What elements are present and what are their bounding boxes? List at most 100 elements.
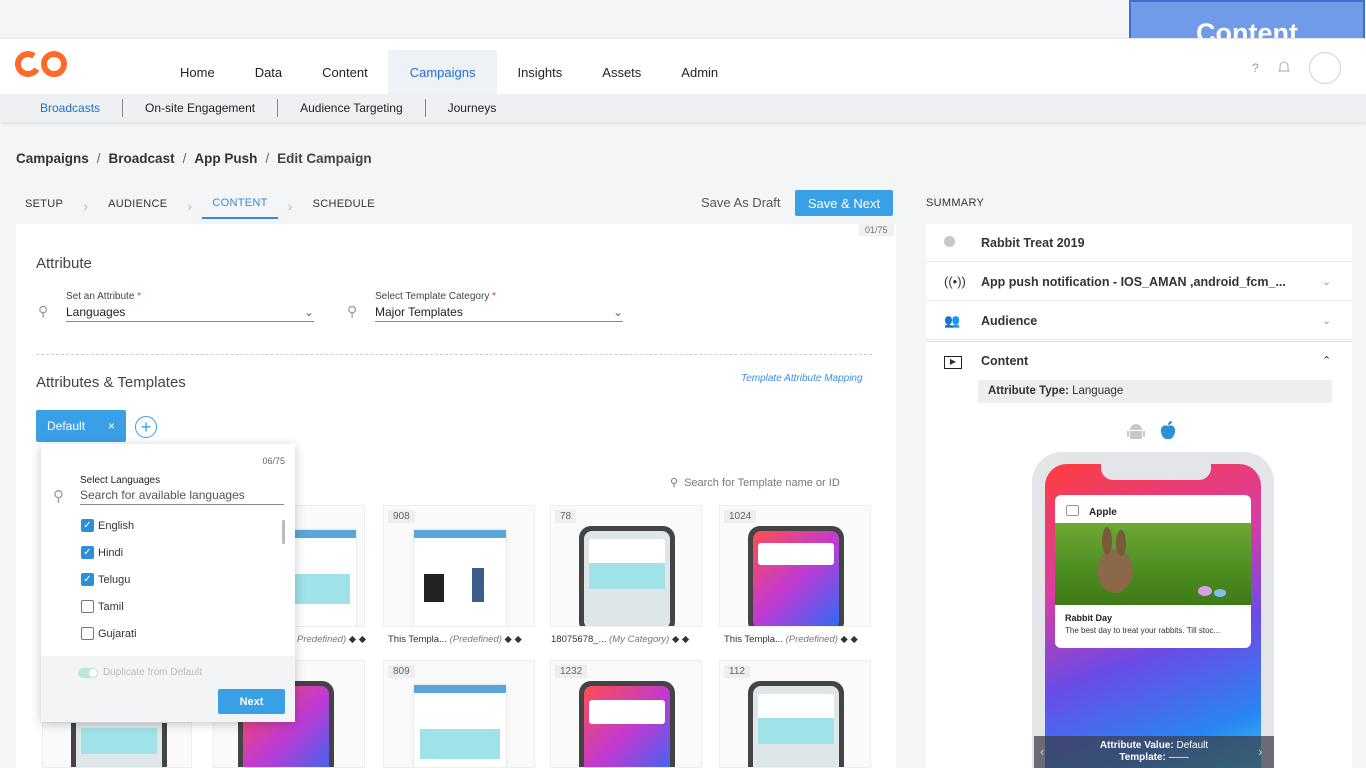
chevron-up-icon[interactable]: ⌃ — [1322, 354, 1352, 367]
summary-audience-row[interactable]: 👥 Audience ⌄ — [926, 302, 1352, 340]
scrollbar[interactable] — [282, 520, 285, 544]
template-caption: Predefined) ◆ ◆ — [297, 634, 367, 645]
attribute-title: Attribute — [36, 255, 92, 272]
nav-insights[interactable]: Insights — [497, 50, 582, 94]
nav-assets[interactable]: Assets — [582, 50, 661, 94]
language-search-label: Select Languages — [80, 475, 161, 486]
checkbox-unchecked-icon[interactable] — [81, 627, 94, 640]
template-preview — [579, 681, 675, 767]
template-preview — [748, 526, 844, 626]
subnav-journeys[interactable]: Journeys — [426, 99, 519, 117]
divider — [36, 354, 872, 355]
chevron-down-icon: ⌄ — [303, 305, 314, 319]
subnav-broadcasts[interactable]: Broadcasts — [22, 99, 124, 117]
template-counter: 01/75 — [859, 224, 894, 236]
brand-logo[interactable] — [14, 50, 74, 83]
template-card[interactable]: 908 — [383, 505, 535, 627]
nav-data[interactable]: Data — [235, 50, 302, 94]
search-icon: ⚲ — [38, 303, 49, 319]
language-label: English — [98, 519, 135, 532]
template-card[interactable]: 809 — [383, 660, 535, 768]
sub-nav: Broadcasts On-site Engagement Audience T… — [0, 94, 1366, 122]
summary-channel-row[interactable]: ((•)) App push notification - IOS_AMAN ,… — [926, 263, 1352, 301]
template-preview — [414, 685, 506, 767]
step-schedule[interactable]: SCHEDULE — [313, 194, 375, 218]
template-preview — [414, 530, 506, 626]
breadcrumb-broadcast[interactable]: Broadcast — [109, 151, 175, 166]
add-attribute-icon[interactable]: + — [135, 416, 157, 438]
checkbox-unchecked-icon[interactable] — [81, 600, 94, 613]
nav-campaigns[interactable]: Campaigns — [387, 50, 498, 94]
checkbox-checked-icon[interactable]: ✓ — [81, 573, 94, 586]
template-card[interactable] — [42, 722, 192, 768]
language-label: Tamil — [98, 600, 124, 613]
language-option-tamil[interactable]: Tamil — [81, 600, 124, 613]
broadcast-icon: ((•)) — [944, 274, 966, 289]
attribute-field-label: Set an Attribute * — [66, 291, 142, 302]
step-content[interactable]: CONTENT — [202, 193, 278, 219]
language-counter: 06/75 — [262, 456, 285, 466]
duplicate-from-default-label: Duplicate from Default — [103, 667, 202, 678]
language-option-gujarati[interactable]: Gujarati — [81, 627, 137, 640]
breadcrumb-separator: / — [96, 151, 101, 166]
template-id: 78 — [555, 510, 577, 523]
language-option-english[interactable]: ✓ English — [81, 519, 134, 532]
nav-content[interactable]: Content — [302, 50, 388, 94]
default-chip[interactable]: Default × — [36, 410, 126, 442]
nav-home[interactable]: Home — [160, 50, 235, 94]
chevron-right-icon: › — [83, 198, 89, 214]
language-option-hindi[interactable]: ✓ Hindi — [81, 546, 123, 559]
breadcrumb-app-push[interactable]: App Push — [194, 151, 257, 166]
template-preview — [71, 723, 167, 767]
chevron-down-icon[interactable]: ⌄ — [1322, 275, 1352, 288]
channel-name: App push notification - IOS_AMAN ,androi… — [981, 274, 1286, 289]
next-button[interactable]: Next — [218, 689, 285, 714]
template-value: —— — [1168, 752, 1189, 763]
template-category-label: Select Template Category * — [375, 291, 497, 302]
chevron-right-icon[interactable]: › — [1258, 744, 1262, 759]
chevron-down-icon[interactable]: ⌄ — [1322, 314, 1352, 327]
close-icon[interactable]: × — [108, 419, 115, 433]
help-icon[interactable]: ? — [1252, 61, 1259, 75]
template-id: 112 — [724, 665, 750, 678]
content-label: Content — [981, 353, 1029, 368]
template-search[interactable]: ⚲ Search for Template name or ID — [670, 476, 840, 490]
nav-admin[interactable]: Admin — [661, 50, 738, 94]
breadcrumb-campaigns[interactable]: Campaigns — [16, 151, 89, 166]
template-category-select[interactable]: Major Templates ⌄ — [375, 305, 623, 322]
subnav-audience-targeting[interactable]: Audience Targeting — [278, 99, 426, 117]
android-icon[interactable] — [1126, 421, 1146, 446]
default-chip-label: Default — [47, 419, 86, 433]
avatar[interactable] — [1308, 52, 1341, 84]
attribute-select-value: Languages — [66, 305, 126, 319]
language-search-input[interactable]: Search for available languages — [80, 488, 284, 505]
checkbox-checked-icon[interactable]: ✓ — [81, 519, 94, 532]
template-card[interactable]: 1024 — [719, 505, 871, 627]
notification-title: Rabbit Day — [1065, 613, 1113, 623]
language-option-telugu[interactable]: ✓ Telugu — [81, 573, 130, 586]
template-card[interactable]: 112 — [719, 660, 871, 768]
wizard-steps: SETUP › AUDIENCE › CONTENT › SCHEDULE — [25, 193, 375, 219]
apple-icon[interactable] — [1158, 420, 1178, 447]
save-as-draft-button[interactable]: Save As Draft — [701, 195, 780, 210]
status-dot-icon — [926, 235, 981, 250]
people-icon: 👥 — [944, 312, 961, 328]
summary-campaign-row: Rabbit Treat 2019 — [926, 224, 1352, 262]
search-icon: ⚲ — [670, 477, 679, 489]
chevron-left-icon[interactable]: ‹ — [1040, 744, 1044, 759]
phone-notch — [1101, 464, 1211, 480]
attribute-select[interactable]: Languages ⌄ — [66, 305, 314, 322]
top-icons: ? — [1252, 52, 1341, 84]
save-next-button[interactable]: Save & Next — [795, 190, 893, 216]
template-card[interactable]: 78 — [550, 505, 702, 627]
bell-icon[interactable] — [1277, 60, 1291, 77]
step-setup[interactable]: SETUP — [25, 194, 63, 218]
checkbox-checked-icon[interactable]: ✓ — [81, 546, 94, 559]
step-audience[interactable]: AUDIENCE — [108, 194, 167, 218]
summary-content-row[interactable]: ▶ Content ⌃ — [926, 341, 1352, 379]
campaign-name: Rabbit Treat 2019 — [981, 235, 1085, 250]
template-attribute-mapping-link[interactable]: Template Attribute Mapping — [741, 373, 863, 384]
duplicate-toggle[interactable] — [78, 668, 98, 678]
template-card[interactable]: 1232 — [550, 660, 702, 768]
subnav-onsite-engagement[interactable]: On-site Engagement — [123, 99, 279, 117]
